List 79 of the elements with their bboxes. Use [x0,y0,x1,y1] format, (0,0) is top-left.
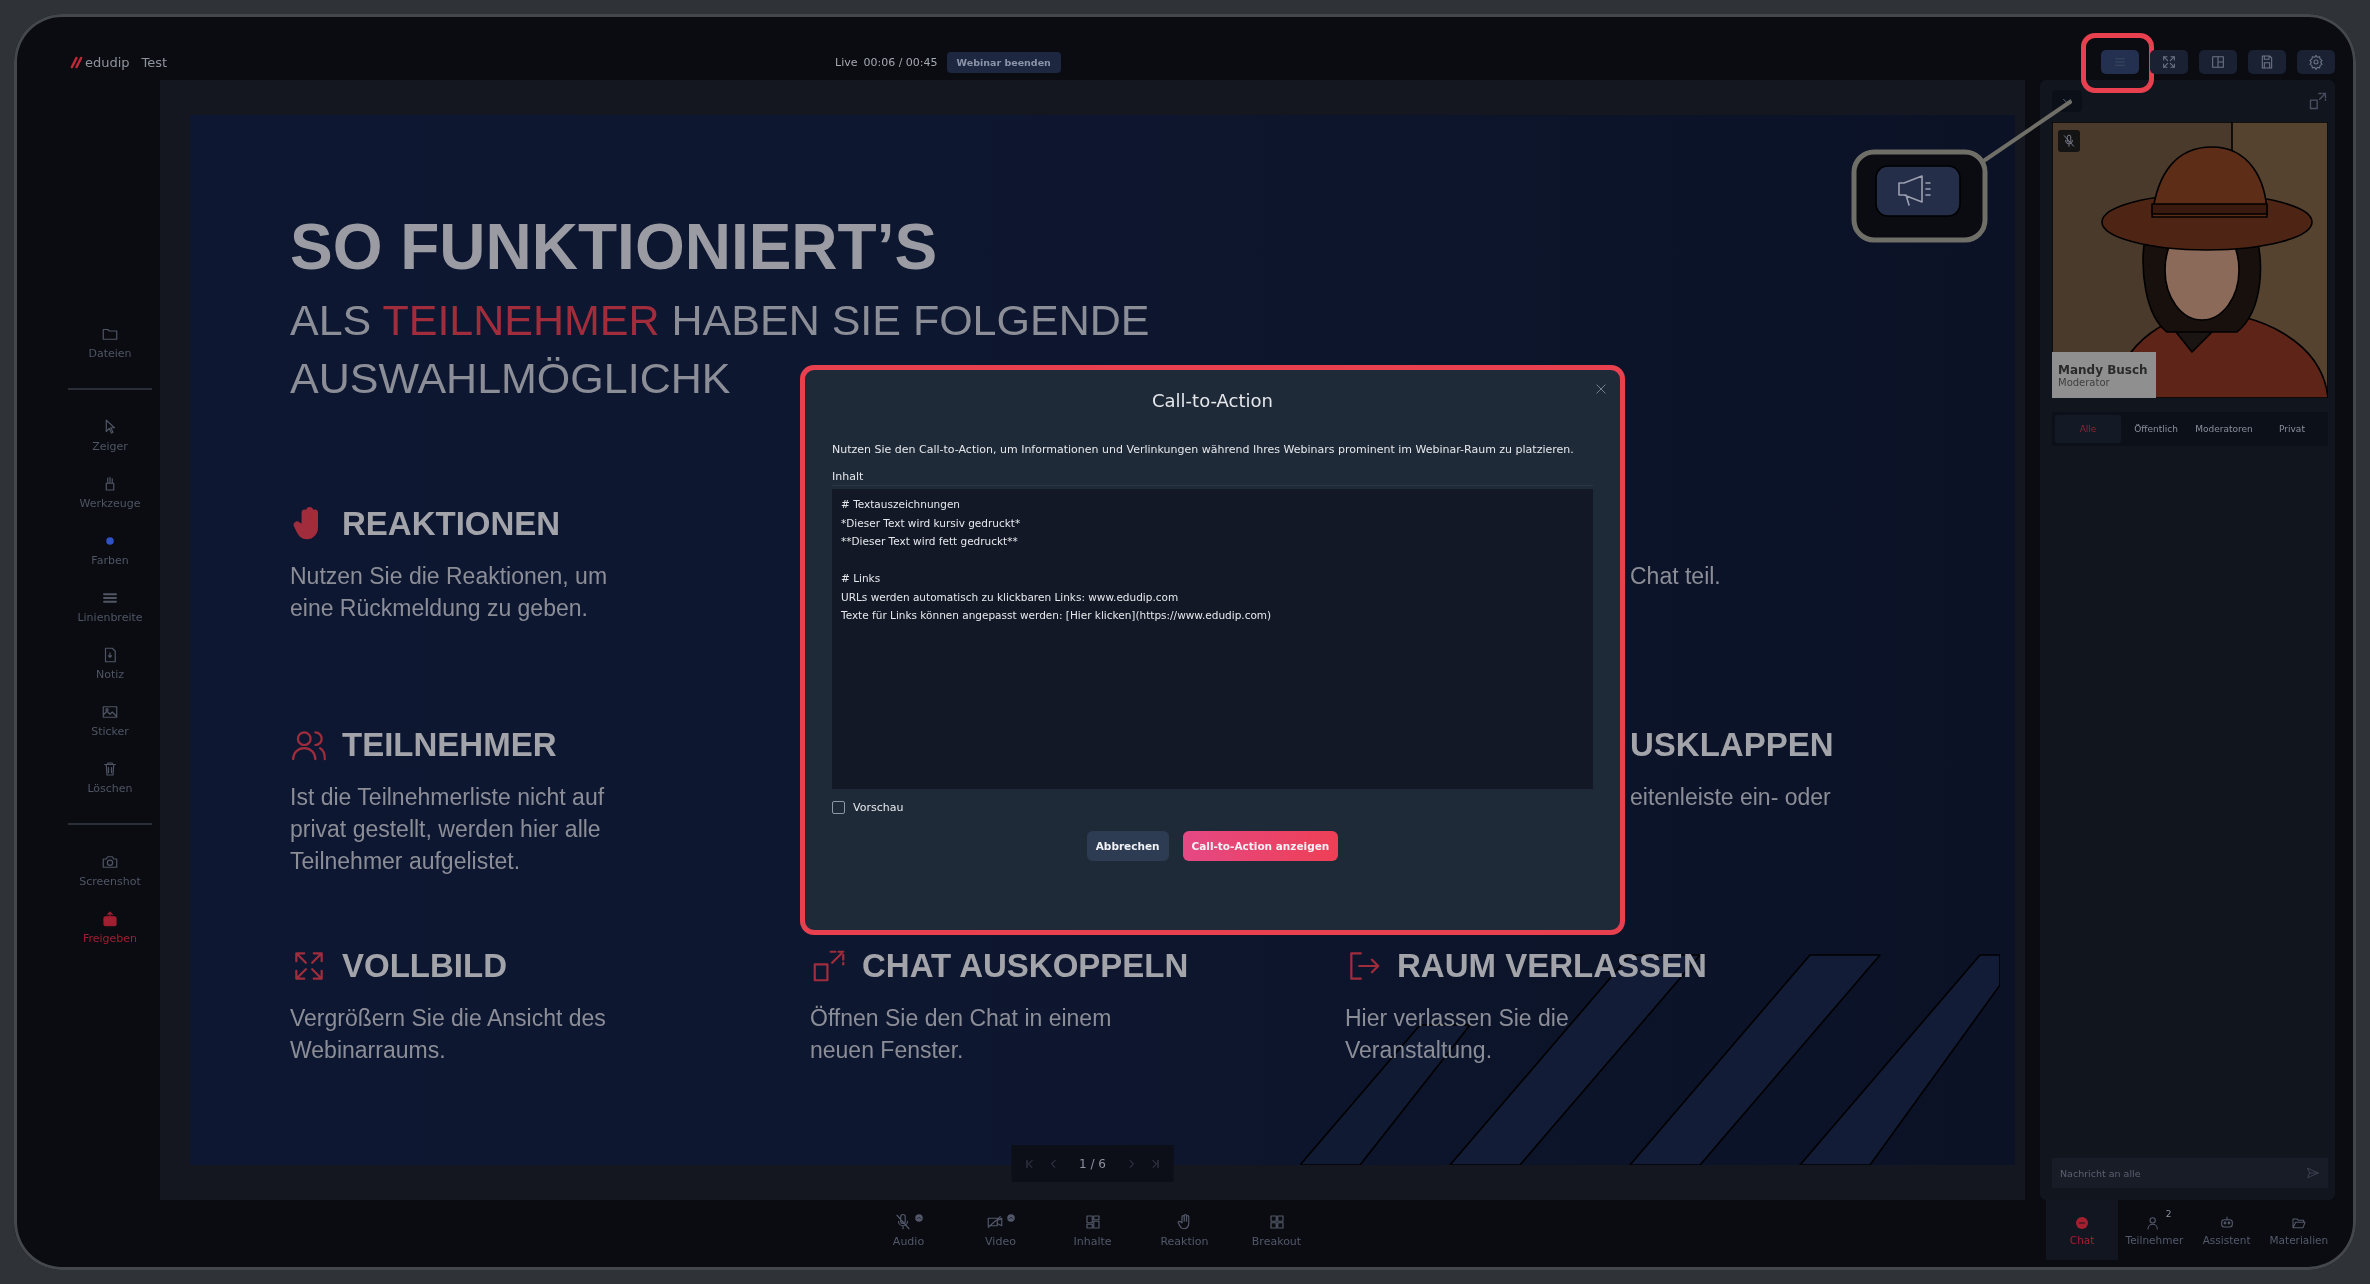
sidebar-button[interactable]: Löschen [87,760,133,795]
chat-filter-tab[interactable]: Alle [2055,415,2121,443]
toolbar-button[interactable] [2248,50,2286,74]
app-logo: edudip [85,54,130,70]
chat-filter-tab[interactable]: Privat [2259,415,2325,443]
slide-title: SO FUNKTIONIERT’S [290,215,939,279]
feature-description: Hier verlassen Sie die Veranstaltung. [1345,1004,1570,1065]
message-field[interactable]: Nachricht an alle [2052,1158,2328,1188]
feature-description: Ist die Teilnehmerliste nicht auf privat gestellt, werden hier alle Teilnehmer aufgelistet. [290,783,606,876]
show-button[interactable]: Call-to-Action anzeigen [1182,831,1339,861]
session-time: 00:06 / 00:45 [863,55,938,69]
toolbar-button[interactable] [2199,50,2237,74]
image-icon [101,703,119,721]
feature-description: eitenleiste ein- oder [1630,783,1831,812]
feature-title: CHAT AUSKOPPELN [862,947,1189,985]
popout-icon[interactable] [2308,91,2328,111]
toolbar-button[interactable]: Reaktion [1149,1212,1220,1248]
toolbar-button[interactable]: Inhalte [1057,1212,1128,1248]
layout-icon [2210,54,2226,70]
checkbox[interactable] [832,801,845,814]
share-icon [101,910,119,928]
slide-subtitle: AUSWAHLMÖGLICHK [290,353,731,404]
field-label: Inhalt [832,470,1593,486]
participant-count: 2 [2165,1208,2172,1219]
feature-description: Vergrößern Sie die Ansicht des Webinarraums. [290,1004,607,1065]
panel-tab[interactable]: Assistent [2190,1200,2263,1260]
chat-filter-tab[interactable]: Öffentlich [2123,415,2189,443]
dialog-description: Nutzen Sie den Call-to-Action, um Informationen und Verlinkungen während Ihres Webinars prominent im Webinar-Raum zu platzieren. [832,443,1575,456]
sidebar-button[interactable]: Dateien [88,325,132,360]
cancel-button[interactable]: Abbrechen [1086,831,1169,861]
webinar-title: Test [141,54,168,70]
fullscreen-icon [2161,54,2177,70]
panels-icon [1083,1212,1102,1231]
logo-icon [70,55,83,69]
sidebar-button[interactable]: Werkzeuge [79,475,141,510]
feature-description: Öffnen Sie den Chat in einem neuen Fenster. [810,1004,1113,1065]
chat-icon [2074,1214,2091,1231]
feature-title: REAKTIONEN [342,505,561,543]
toolbar-button[interactable] [2101,50,2139,74]
feature-description: Chat teil. [1630,562,1721,591]
toolbar-button[interactable]: Breakout [1241,1212,1312,1248]
panel-tab[interactable]: 2 Teilnehmer [2118,1200,2191,1260]
sidebar-button[interactable]: Notiz [95,646,125,681]
microphone-off-icon [893,1212,912,1231]
feature-title: RAUM VERLASSEN [1397,947,1707,985]
speaker-name: Mandy Busch [2058,362,2149,377]
sidebar-button[interactable]: Zeiger [92,418,128,453]
feature-description: Nutzen Sie die Reaktionen, um eine Rückmeldung zu geben. [290,562,609,623]
feature-title: TEILNEHMER [342,726,557,764]
toolbar-button[interactable]: Audio [873,1212,944,1248]
robot-icon [2218,1214,2235,1231]
panel-tab[interactable]: Materialien [2262,1200,2335,1260]
sidebar-button[interactable]: Screenshot [79,853,141,888]
save-icon [2259,54,2275,70]
panel-tab[interactable]: Chat [2046,1200,2119,1260]
content-field[interactable]: # Textauszeichnungen *Dieser Text wird kursiv gedruckt* **Dieser Text wird fett gedruckt** # Links URLs werden automatisch zu klickbaren Links: www.edudip.com Texte für Links können angepasst werden: [Hier klicken](https://www.edudip.com) [832,489,1593,789]
feature-title: VOLLBILD [342,947,507,985]
sidebar-button[interactable]: Freigeben [82,910,138,945]
slide-subtitle: ALS TEILNEHMER HABEN SIE FOLGENDE [290,295,1150,346]
close-icon [1594,382,1608,396]
close-button[interactable] [1594,382,1608,396]
sidebar-button[interactable]: Sticker [91,703,129,738]
page-indicator: 1 / 6 [1079,1156,1106,1171]
chat-filter-tab[interactable]: Moderatoren [2191,415,2257,443]
toolbar-button[interactable] [2297,50,2335,74]
toolbar-button[interactable]: Video [965,1212,1036,1248]
feature-title: USKLAPPEN [1630,726,1834,764]
camera-icon [101,853,119,871]
toolbar-button[interactable] [2150,50,2188,74]
speaker-role: Moderator [2058,376,2111,388]
settings-icon [2308,54,2324,70]
end-webinar-button[interactable]: Webinar beenden [946,51,1061,73]
trash-icon [101,760,119,778]
sidebar-button[interactable]: Farben [91,532,129,567]
grid-icon [1267,1212,1286,1231]
sidebar-button[interactable]: Linienbreite [77,589,143,624]
preview-checkbox[interactable]: Vorschau [832,801,1593,814]
live-status: Live [835,55,858,69]
dialog-title: Call-to-Action [1151,390,1274,411]
